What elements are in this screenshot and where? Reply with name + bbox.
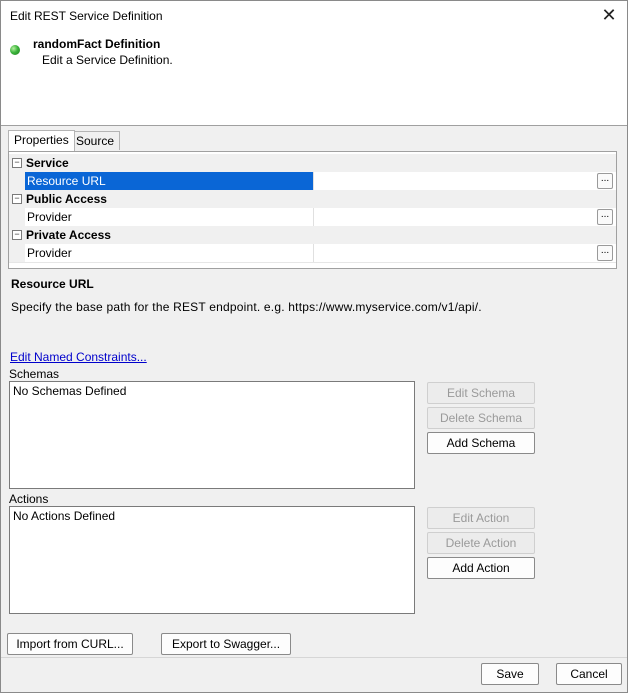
group-service[interactable]: − Service — [9, 154, 616, 172]
edit-action-button[interactable]: Edit Action — [427, 507, 535, 529]
add-action-button[interactable]: Add Action — [427, 557, 535, 579]
tab-properties[interactable]: Properties — [8, 130, 75, 151]
schemas-empty-text: No Schemas Defined — [13, 384, 127, 398]
group-label: Public Access — [26, 192, 107, 206]
header-title: randomFact Definition — [33, 37, 161, 51]
title-bar: Edit REST Service Definition ✕ — [1, 1, 627, 31]
group-private-access[interactable]: − Private Access — [9, 226, 616, 244]
property-value-field[interactable] — [312, 172, 594, 190]
footer-divider — [1, 657, 627, 658]
window-title: Edit REST Service Definition — [10, 9, 163, 23]
actions-list[interactable]: No Actions Defined — [9, 506, 415, 614]
ellipsis-button[interactable]: ... — [597, 173, 613, 189]
edit-schema-button[interactable]: Edit Schema — [427, 382, 535, 404]
actions-label: Actions — [9, 492, 49, 506]
property-row-private-provider[interactable]: Provider ... — [9, 244, 616, 263]
description-text: Specify the base path for the REST endpo… — [11, 300, 482, 314]
tab-source[interactable]: Source — [70, 131, 121, 150]
cancel-button[interactable]: Cancel — [556, 663, 622, 685]
add-schema-button[interactable]: Add Schema — [427, 432, 535, 454]
property-value-field[interactable] — [312, 244, 594, 262]
schemas-label: Schemas — [9, 367, 60, 381]
property-value-field[interactable] — [312, 208, 594, 226]
property-name[interactable]: Provider — [25, 208, 314, 226]
description-title: Resource URL — [11, 277, 94, 291]
import-from-curl-button[interactable]: Import from CURL... — [7, 633, 133, 655]
delete-action-button[interactable]: Delete Action — [427, 532, 535, 554]
collapse-icon[interactable]: − — [12, 158, 22, 168]
property-grid: − Service Resource URL ... − Public Acce… — [8, 151, 617, 269]
group-public-access[interactable]: − Public Access — [9, 190, 616, 208]
edit-named-constraints-link[interactable]: Edit Named Constraints... — [10, 350, 147, 364]
delete-schema-button[interactable]: Delete Schema — [427, 407, 535, 429]
header-subtitle: Edit a Service Definition. — [42, 53, 173, 67]
actions-empty-text: No Actions Defined — [13, 509, 116, 523]
property-row-resource-url[interactable]: Resource URL ... — [9, 172, 616, 191]
status-indicator-icon — [10, 45, 20, 55]
collapse-icon[interactable]: − — [12, 194, 22, 204]
export-to-swagger-button[interactable]: Export to Swagger... — [161, 633, 291, 655]
property-name[interactable]: Provider — [25, 244, 314, 262]
group-label: Service — [26, 156, 69, 170]
save-button[interactable]: Save — [481, 663, 539, 685]
dialog-header: randomFact Definition Edit a Service Def… — [1, 31, 627, 126]
group-label: Private Access — [26, 228, 111, 242]
ellipsis-button[interactable]: ... — [597, 245, 613, 261]
ellipsis-button[interactable]: ... — [597, 209, 613, 225]
schemas-list[interactable]: No Schemas Defined — [9, 381, 415, 489]
property-name[interactable]: Resource URL — [25, 172, 314, 190]
close-icon[interactable]: ✕ — [599, 5, 619, 25]
property-row-public-provider[interactable]: Provider ... — [9, 208, 616, 227]
dialog-window: Edit REST Service Definition ✕ randomFac… — [0, 0, 628, 693]
collapse-icon[interactable]: − — [12, 230, 22, 240]
